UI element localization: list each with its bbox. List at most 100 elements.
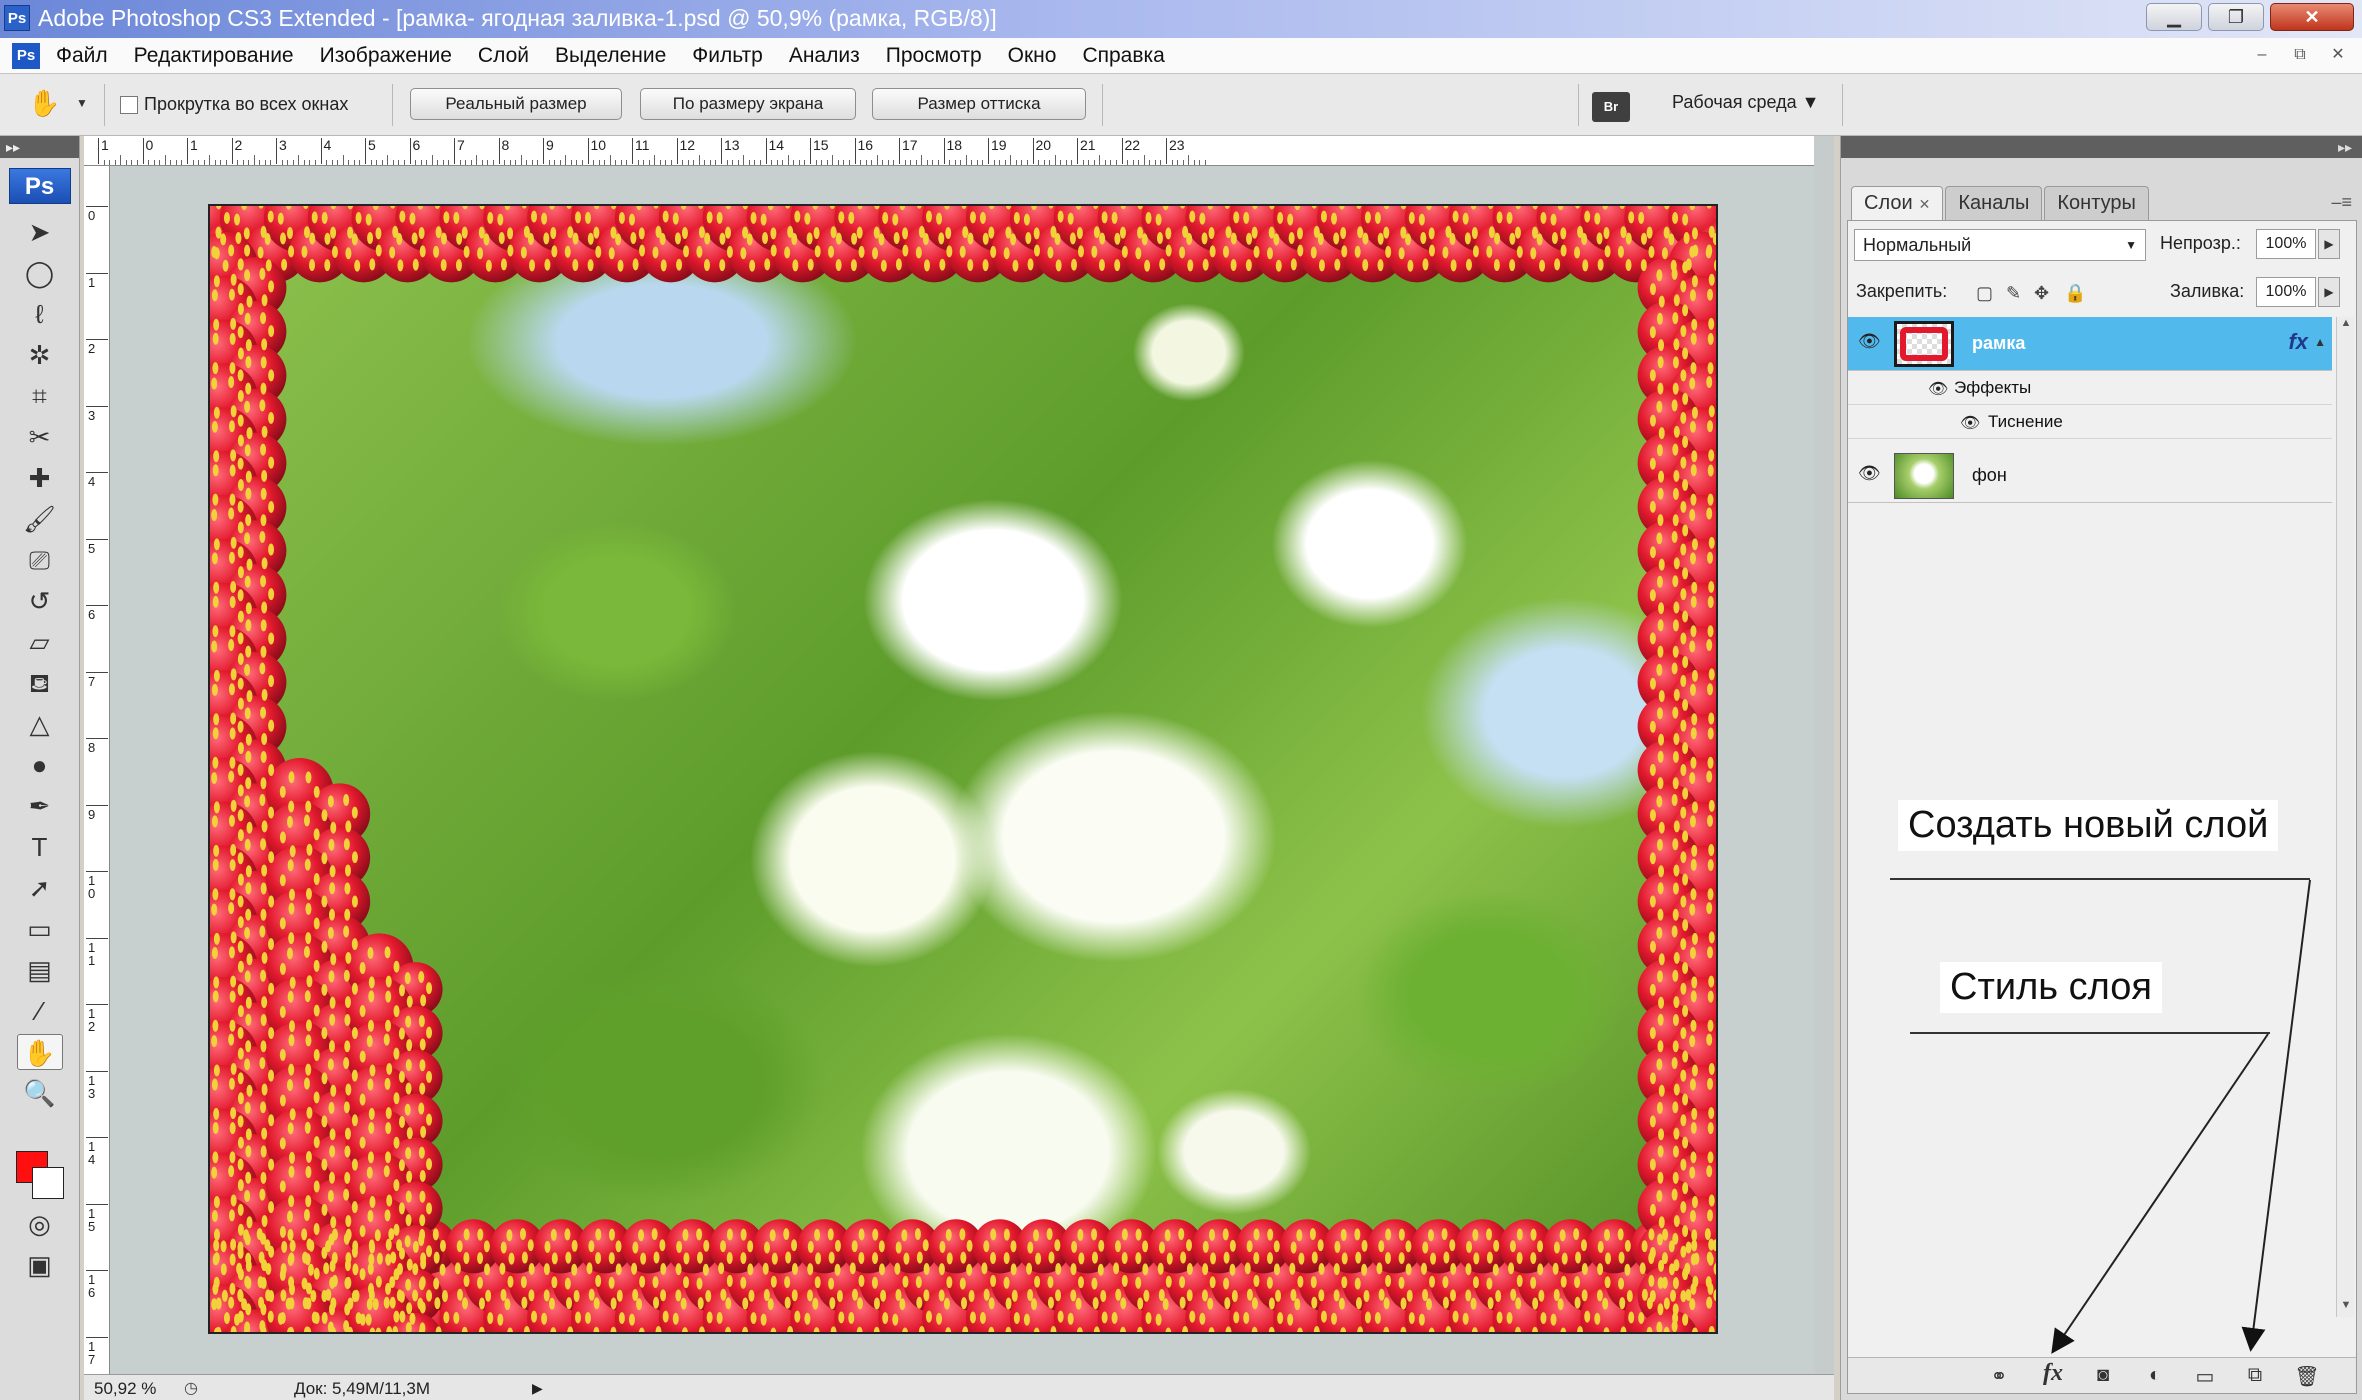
strawberry-seed	[1559, 1229, 1566, 1242]
eye-icon[interactable]: 👁	[1858, 463, 1881, 484]
close-icon[interactable]: ✕	[1919, 196, 1931, 212]
menu-item-6[interactable]: Анализ	[789, 44, 860, 68]
tool-preset-arrow[interactable]: ▼	[76, 96, 88, 110]
minimize-button[interactable]: ▁	[2146, 3, 2202, 31]
actual-pixels-button[interactable]: Реальный размер	[410, 88, 622, 120]
eye-icon[interactable]: 👁	[1960, 413, 1980, 433]
new-layer-icon[interactable]: ⧉	[2240, 1364, 2270, 1387]
hand-icon[interactable]: ✋	[28, 88, 66, 122]
type-icon[interactable]: T	[17, 829, 63, 865]
document-canvas[interactable]	[208, 204, 1718, 1334]
close-button[interactable]: ✕	[2270, 3, 2354, 31]
expand-effects-icon[interactable]: ▲	[2314, 335, 2326, 349]
blur-icon[interactable]: △	[17, 706, 63, 742]
fill-icon[interactable]: ⛾	[17, 665, 63, 701]
hand-icon[interactable]: ✋	[16, 1034, 63, 1070]
tab-layers[interactable]: Слои ✕	[1851, 186, 1944, 220]
menu-item-3[interactable]: Слой	[478, 44, 529, 68]
doc-close-button[interactable]: ✕	[2324, 42, 2352, 68]
menu-item-4[interactable]: Выделение	[555, 44, 666, 68]
add-mask-icon[interactable]: ◙	[2088, 1364, 2118, 1387]
menu-item-0[interactable]: Файл	[56, 44, 108, 68]
ruler-subtick	[281, 160, 283, 165]
opacity-slider-arrow[interactable]: ▶	[2318, 229, 2340, 259]
lock-transparent-icon[interactable]: ▢	[1976, 283, 1993, 304]
app-icon[interactable]: Ps	[4, 5, 30, 31]
move-icon[interactable]: ➤	[17, 214, 63, 250]
scroll-down-icon[interactable]: ▼	[2337, 1299, 2355, 1317]
fill-input[interactable]: 100%	[2256, 277, 2316, 307]
brush-icon[interactable]: 🖌	[17, 501, 63, 537]
status-icon[interactable]: ◷	[184, 1378, 198, 1398]
layer-row-fon[interactable]: 👁 фон	[1848, 449, 2332, 503]
dodge-icon[interactable]: ●	[17, 747, 63, 783]
fit-screen-button[interactable]: По размеру экрана	[640, 88, 856, 120]
eyedropper-icon[interactable]: ⁄	[17, 993, 63, 1029]
restore-button[interactable]: ❐	[2208, 3, 2264, 31]
zoom-level[interactable]: 50,92 %	[94, 1379, 156, 1399]
ruler-vertical[interactable]: 0 1 2 3 4 5 6 7 8 9 10 11 12 13 14 15 16 17	[84, 166, 110, 1374]
fx-icon[interactable]: fx	[2288, 329, 2308, 355]
workspace-menu[interactable]: Рабочая среда ▼	[1672, 92, 1819, 113]
quickmask-icon[interactable]: ◎	[17, 1206, 63, 1242]
new-group-icon[interactable]: ▭	[2190, 1364, 2220, 1389]
layer-row-ramka[interactable]: 👁 рамка fx ▲	[1848, 317, 2332, 371]
crop-icon[interactable]: ⌗	[17, 378, 63, 414]
menu-item-9[interactable]: Справка	[1082, 44, 1164, 68]
delete-layer-icon[interactable]: 🗑	[2292, 1364, 2322, 1389]
layer-style-icon[interactable]: fx	[2038, 1360, 2068, 1387]
stamp-icon[interactable]: ⎚	[17, 542, 63, 578]
lock-all-icon[interactable]: 🔒	[2064, 283, 2086, 304]
strawberry-seed	[304, 1121, 311, 1134]
document-icon[interactable]: Ps	[12, 43, 40, 69]
menu-item-1[interactable]: Редактирование	[134, 44, 294, 68]
marquee-icon[interactable]: ◯	[17, 255, 63, 291]
background-color[interactable]	[32, 1167, 64, 1199]
panel-menu-icon[interactable]: –≡	[2331, 192, 2352, 213]
lock-position-icon[interactable]: ✥	[2034, 283, 2049, 304]
tools-collapse[interactable]: ▸▸	[0, 136, 79, 158]
emboss-row[interactable]: 👁 Тиснение	[1848, 405, 2332, 439]
print-size-button[interactable]: Размер оттиска	[872, 88, 1086, 120]
strawberry-seed	[882, 211, 889, 224]
menu-item-2[interactable]: Изображение	[320, 44, 452, 68]
scroll-up-icon[interactable]: ▲	[2337, 317, 2355, 335]
strawberry-seed	[1377, 232, 1384, 245]
status-menu-arrow[interactable]: ▶	[532, 1380, 543, 1397]
ruler-horizontal[interactable]: 1 0 1 2 3 4 5 6 7 8 9 10 11 12 13 14 15 16 17 18 19 20 21 22 23	[84, 136, 1814, 166]
strawberry-seed	[1685, 1241, 1692, 1254]
eraser-icon[interactable]: ▱	[17, 624, 63, 660]
doc-minimize-button[interactable]: –	[2248, 42, 2276, 68]
menu-item-7[interactable]: Просмотр	[886, 44, 982, 68]
path-select-icon[interactable]: ➚	[17, 870, 63, 906]
ruler-label: 1	[88, 274, 96, 290]
panel-collapse[interactable]: ▸▸	[1841, 136, 2362, 158]
scroll-all-checkbox[interactable]	[120, 96, 138, 114]
lasso-icon[interactable]: ℓ	[17, 296, 63, 332]
fill-slider-arrow[interactable]: ▶	[2318, 277, 2340, 307]
effects-row[interactable]: 👁 Эффекты	[1848, 371, 2332, 405]
link-layers-icon[interactable]: ⚭	[1984, 1364, 2014, 1389]
slice-icon[interactable]: ✂	[17, 419, 63, 455]
magic-wand-icon[interactable]: ✲	[17, 337, 63, 373]
tab-paths[interactable]: Контуры	[2044, 186, 2149, 220]
tab-channels[interactable]: Каналы	[1945, 186, 2043, 220]
history-brush-icon[interactable]: ↺	[17, 583, 63, 619]
pen-icon[interactable]: ✒	[17, 788, 63, 824]
notes-icon[interactable]: ▤	[17, 952, 63, 988]
lock-pixels-icon[interactable]: ✎	[2006, 283, 2021, 304]
screen-mode-icon[interactable]: ▣	[17, 1247, 63, 1283]
eye-icon[interactable]: 👁	[1858, 331, 1881, 352]
healing-icon[interactable]: ✚	[17, 460, 63, 496]
doc-restore-button[interactable]: ⧉	[2286, 42, 2314, 68]
zoom-icon[interactable]: 🔍	[17, 1075, 63, 1111]
shape-icon[interactable]: ▭	[17, 911, 63, 947]
adjustment-layer-icon[interactable]: ◐	[2140, 1364, 2170, 1387]
eye-icon[interactable]: 👁	[1928, 379, 1948, 399]
layers-scrollbar[interactable]: ▲ ▼	[2336, 317, 2354, 1317]
menu-item-8[interactable]: Окно	[1008, 44, 1057, 68]
blend-mode-select[interactable]: Нормальный ▼	[1854, 229, 2146, 261]
menu-item-5[interactable]: Фильтр	[692, 44, 763, 68]
bridge-icon[interactable]: Br	[1592, 92, 1630, 122]
opacity-input[interactable]: 100%	[2256, 229, 2316, 259]
